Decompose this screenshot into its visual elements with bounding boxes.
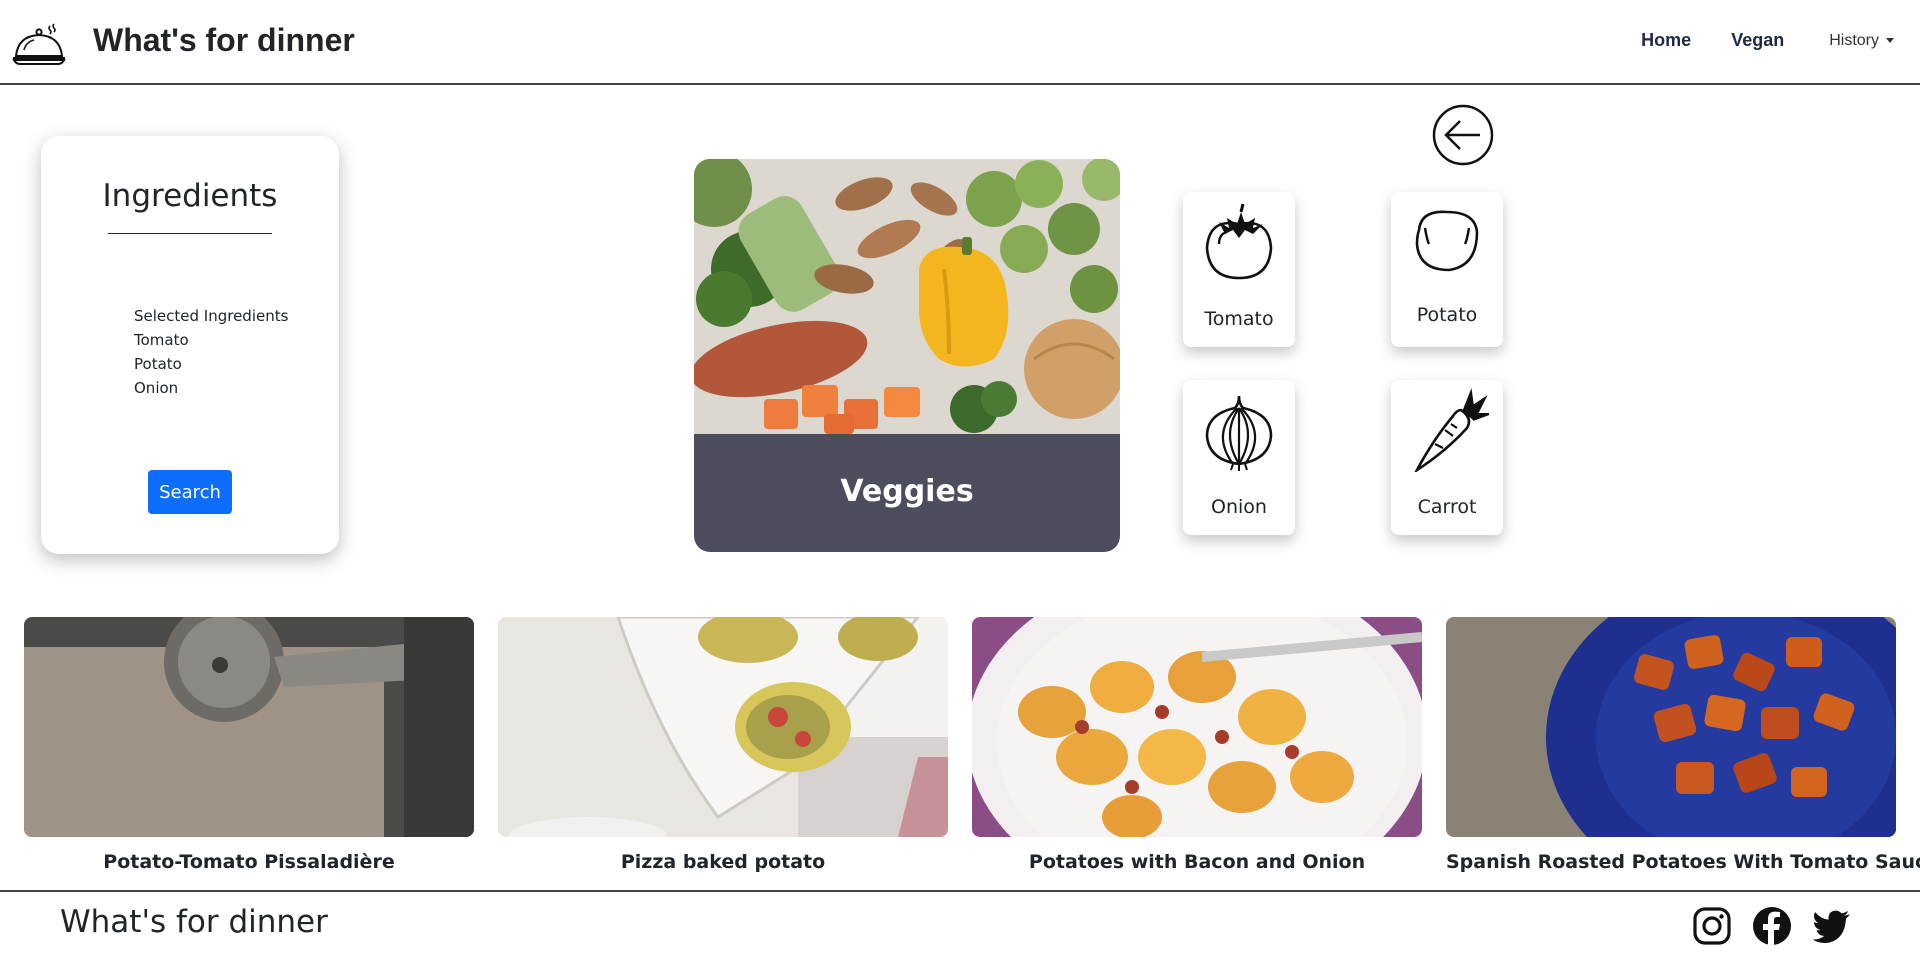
onion-icon [1205, 395, 1273, 471]
ingredient-tile-potato[interactable]: Potato [1391, 192, 1503, 347]
footer-title: What's for dinner [60, 904, 328, 940]
carrot-icon [1414, 388, 1489, 472]
tile-label: Potato [1416, 304, 1478, 326]
selected-ingredient-item: Tomato [134, 331, 189, 349]
veggies-image [694, 159, 1120, 434]
ingredients-card: Ingredients Selected Ingredients Tomato … [41, 136, 339, 554]
title-divider [108, 233, 272, 234]
recipe-image [1446, 617, 1896, 837]
tile-label: Tomato [1204, 308, 1274, 330]
selected-ingredient-item: Onion [134, 379, 179, 397]
twitter-icon[interactable] [1812, 906, 1852, 946]
serving-dish-icon[interactable] [12, 22, 66, 66]
nav-history-dropdown[interactable]: History [1829, 32, 1894, 50]
recipe-card[interactable]: Pizza baked potato [498, 617, 948, 873]
selected-ingredient-item: Potato [134, 355, 182, 373]
recipe-title: Potatoes with Bacon and Onion [1028, 851, 1366, 873]
chevron-down-icon [1886, 38, 1894, 43]
search-button[interactable]: Search [148, 470, 232, 514]
tile-label: Carrot [1417, 496, 1477, 518]
site-title[interactable]: What's for dinner [93, 22, 355, 59]
potato-icon [1415, 210, 1479, 272]
site-footer: What's for dinner [0, 890, 1920, 958]
ingredients-title: Ingredients [102, 178, 278, 214]
recipe-card[interactable]: Spanish Roasted Potatoes With Tomato Sau… [1446, 617, 1920, 873]
tomato-icon [1205, 203, 1273, 280]
nav-home-link[interactable]: Home [1641, 30, 1691, 51]
ingredient-tile-carrot[interactable]: Carrot [1391, 380, 1503, 535]
selected-ingredients-heading: Selected Ingredients [134, 307, 289, 325]
main-nav: Home Vegan History [1601, 30, 1894, 51]
recipe-image [24, 617, 474, 837]
recipe-card[interactable]: Potato-Tomato Pissaladière [24, 617, 474, 873]
category-label: Veggies [840, 474, 974, 509]
recipe-title: Spanish Roasted Potatoes With Tomato Sau… [1446, 851, 1920, 873]
ingredient-tile-tomato[interactable]: Tomato [1183, 192, 1295, 347]
nav-history-label: History [1829, 31, 1879, 49]
arrow-left-circle-icon[interactable] [1432, 104, 1494, 166]
nav-vegan-link[interactable]: Vegan [1731, 30, 1784, 51]
site-header: What's for dinner Home Vegan History [0, 0, 1920, 85]
instagram-icon[interactable] [1692, 906, 1732, 946]
facebook-icon[interactable] [1752, 906, 1792, 946]
selected-ingredients-list: Selected Ingredients Tomato Potato Onion [134, 304, 288, 400]
ingredient-tile-onion[interactable]: Onion [1183, 380, 1295, 535]
recipe-image [972, 617, 1422, 837]
recipe-title: Potato-Tomato Pissaladière [103, 851, 395, 873]
tile-label: Onion [1211, 496, 1267, 518]
category-card-veggies[interactable]: Veggies [694, 159, 1120, 552]
recipe-title: Pizza baked potato [620, 851, 826, 873]
recipe-card[interactable]: Potatoes with Bacon and Onion [972, 617, 1422, 873]
recipe-image [498, 617, 948, 837]
